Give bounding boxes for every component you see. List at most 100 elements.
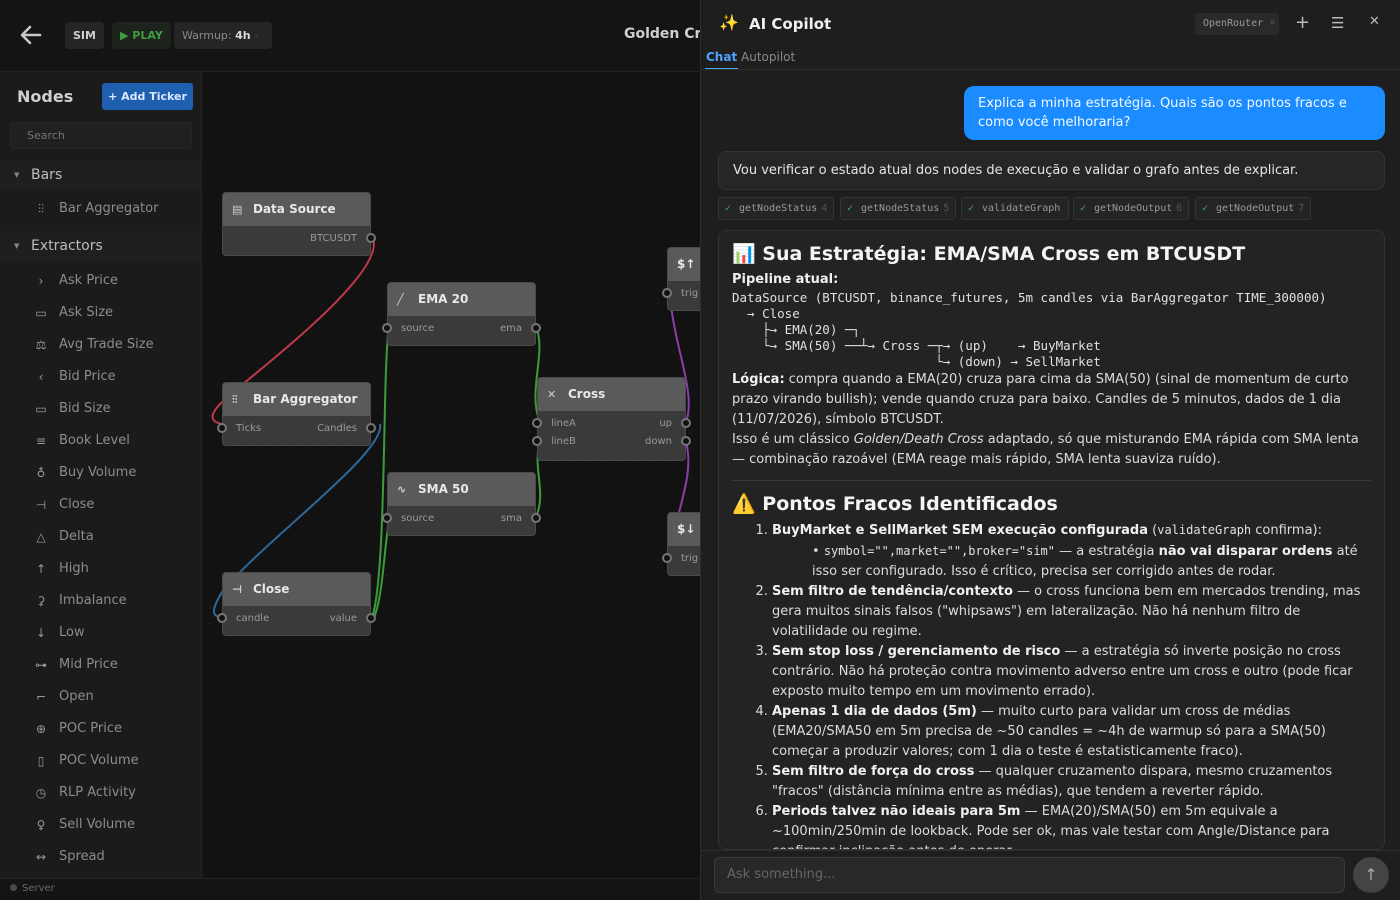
play-button[interactable]: ▶ PLAY	[112, 22, 171, 49]
sidebar-item-imbalance[interactable]: ⚳ Imbalance	[0, 587, 201, 615]
node-sma-50[interactable]: ∿ SMA 50 source sma	[382, 472, 541, 536]
warmup-caret-icon: ◦	[254, 32, 260, 42]
new-chat-icon[interactable]: +	[1295, 12, 1310, 33]
tool-count: 6	[1176, 203, 1183, 214]
chat-input[interactable]: Ask something...	[714, 857, 1345, 893]
sidebar-item-bid-size[interactable]: ▭ Bid Size	[0, 395, 201, 423]
node-cross[interactable]: ✕ Cross lineA lineB up down	[532, 377, 691, 461]
sidebar-item-label: High	[59, 561, 89, 576]
node-ema-20[interactable]: ╱ EMA 20 source ema	[382, 282, 541, 346]
output-port[interactable]	[531, 513, 541, 523]
tool-call-chip[interactable]: ✓ getNodeStatus 4	[718, 197, 834, 220]
output-port[interactable]	[681, 436, 691, 446]
input-port[interactable]	[382, 323, 392, 333]
input-port[interactable]	[217, 423, 227, 433]
sidebar-item-spread[interactable]: ↔ Spread	[0, 843, 201, 871]
box-icon: ▯	[37, 754, 45, 768]
node-data-source[interactable]: ▤ Data Source BTCUSDT	[222, 192, 376, 256]
weakness-item: Sem filtro de força do cross — qualquer …	[772, 762, 1371, 802]
node-header[interactable]: $↓ S	[668, 513, 700, 546]
cross-icon: ✕	[547, 388, 557, 401]
menu-icon[interactable]: ☰	[1331, 14, 1344, 32]
output-port[interactable]	[531, 323, 541, 333]
tab-chat[interactable]: Chat	[705, 50, 739, 70]
output-port[interactable]	[681, 418, 691, 428]
logic-text: compra quando a EMA(20) cruza para cima …	[732, 372, 1349, 427]
weakness-text: confirma):	[1251, 523, 1322, 538]
node-header[interactable]: ⊣ Close	[223, 573, 370, 606]
tab-autopilot[interactable]: Autopilot	[741, 50, 795, 64]
sidebar-item-delta[interactable]: △ Delta	[0, 523, 201, 551]
sidebar-item-sell-volume[interactable]: ♀ Sell Volume	[0, 811, 201, 839]
check-icon: ✓	[725, 203, 732, 214]
tool-call-chip[interactable]: ✓ getNodeOutput 7	[1195, 197, 1311, 220]
sidebar-item-poc-volume[interactable]: ▯ POC Volume	[0, 747, 201, 775]
output-port[interactable]	[366, 233, 376, 243]
sidebar-item-mid-price[interactable]: ⊶ Mid Price	[0, 651, 201, 679]
tool-name: getNodeStatus	[861, 203, 940, 214]
category-bars[interactable]: ▼ Bars	[0, 160, 201, 190]
weakness-sublist: symbol="",market="",broker="sim" — a est…	[812, 541, 1371, 582]
sidebar-item-book-level[interactable]: ≡ Book Level	[0, 427, 201, 455]
node-canvas[interactable]: ▤ Data Source BTCUSDT ╱ EMA 20 source ema …	[202, 72, 700, 878]
tool-call-chip[interactable]: ✓ getNodeStatus 5	[840, 197, 956, 220]
weakness-title: Sem filtro de tendência/contexto	[772, 584, 1013, 599]
node-sell-market[interactable]: $↓ S trig	[662, 512, 700, 576]
line-icon: ╱	[397, 293, 404, 306]
output-port[interactable]	[366, 613, 376, 623]
sidebar-item-ask-price[interactable]: › Ask Price	[0, 267, 201, 295]
tool-call-chip[interactable]: ✓ validateGraph	[961, 197, 1069, 220]
node-header[interactable]: $↑ B	[668, 248, 700, 281]
node-header[interactable]: ∿ SMA 50	[388, 473, 535, 506]
category-extractors[interactable]: ▼ Extractors	[0, 231, 201, 261]
add-ticker-button[interactable]: + Add Ticker	[102, 83, 193, 110]
sidebar-item-high[interactable]: ↑ High	[0, 555, 201, 583]
node-title: SMA 50	[418, 482, 469, 496]
sidebar-item-bid-price[interactable]: ‹ Bid Price	[0, 363, 201, 391]
pipeline-code: DataSource (BTCUSDT, binance_futures, 5m…	[732, 290, 1327, 369]
sidebar-item-open[interactable]: ⌐ Open	[0, 683, 201, 711]
node-buy-market[interactable]: $↑ B trig	[662, 247, 700, 311]
weakness-item: Periods talvez não ideais para 5m — EMA(…	[772, 802, 1371, 849]
sidebar-item-bar-aggregator[interactable]: ⫶⫶ Bar Aggregator	[0, 195, 201, 223]
node-header[interactable]: ▤ Data Source	[223, 193, 370, 226]
sidebar-item-avg-trade-size[interactable]: ⚖ Avg Trade Size	[0, 331, 201, 359]
input-port[interactable]	[662, 553, 672, 563]
model-provider-select[interactable]: OpenRouter ◦	[1195, 13, 1279, 35]
node-close[interactable]: ⊣ Close candle value	[217, 572, 376, 636]
node-header[interactable]: ⫶⫶ Bar Aggregator	[223, 383, 370, 416]
close-icon[interactable]: ✕	[1369, 14, 1380, 29]
weight-up-icon: ♁	[36, 466, 46, 480]
sim-mode-button[interactable]: SIM	[65, 22, 104, 49]
port-label-out: up	[659, 418, 672, 429]
check-icon: ✓	[1080, 203, 1087, 214]
server-status-label: Server	[22, 883, 55, 894]
input-port[interactable]	[382, 513, 392, 523]
sidebar-item-low[interactable]: ↓ Low	[0, 619, 201, 647]
sidebar-item-close[interactable]: ⊣ Close	[0, 491, 201, 519]
output-port[interactable]	[366, 423, 376, 433]
back-arrow-icon[interactable]	[18, 22, 48, 50]
arrow-down-icon: ↓	[35, 626, 47, 640]
weakness-title: Periods talvez não ideais para 5m	[772, 804, 1021, 819]
wire-close-ema	[371, 326, 390, 619]
input-port[interactable]	[662, 288, 672, 298]
strategy-heading: 📊 Sua Estratégia: EMA/SMA Cross em BTCUS…	[732, 243, 1246, 265]
sidebar-item-poc-price[interactable]: ⊕ POC Price	[0, 715, 201, 743]
sidebar-item-ask-size[interactable]: ▭ Ask Size	[0, 299, 201, 327]
input-port[interactable]	[217, 613, 227, 623]
send-icon[interactable]: ↑	[1353, 857, 1389, 893]
strategy-title[interactable]: Golden Cross	[624, 26, 700, 42]
input-port[interactable]	[532, 418, 542, 428]
sidebar-item-rlp-activity[interactable]: ◷ RLP Activity	[0, 779, 201, 807]
node-header[interactable]: ✕ Cross	[538, 378, 685, 411]
search-input[interactable]	[10, 122, 192, 149]
input-port[interactable]	[532, 436, 542, 446]
sidebar-item-label: POC Price	[59, 721, 122, 736]
warmup-select[interactable]: Warmup: 4h ◦	[174, 22, 272, 49]
sidebar-item-buy-volume[interactable]: ♁ Buy Volume	[0, 459, 201, 487]
node-header[interactable]: ╱ EMA 20	[388, 283, 535, 316]
node-bar-aggregator[interactable]: ⫶⫶ Bar Aggregator Ticks Candles	[217, 382, 376, 446]
tool-call-chip[interactable]: ✓ getNodeOutput 6	[1073, 197, 1189, 220]
weakness-title: Sem stop loss / gerenciamento de risco	[772, 644, 1061, 659]
